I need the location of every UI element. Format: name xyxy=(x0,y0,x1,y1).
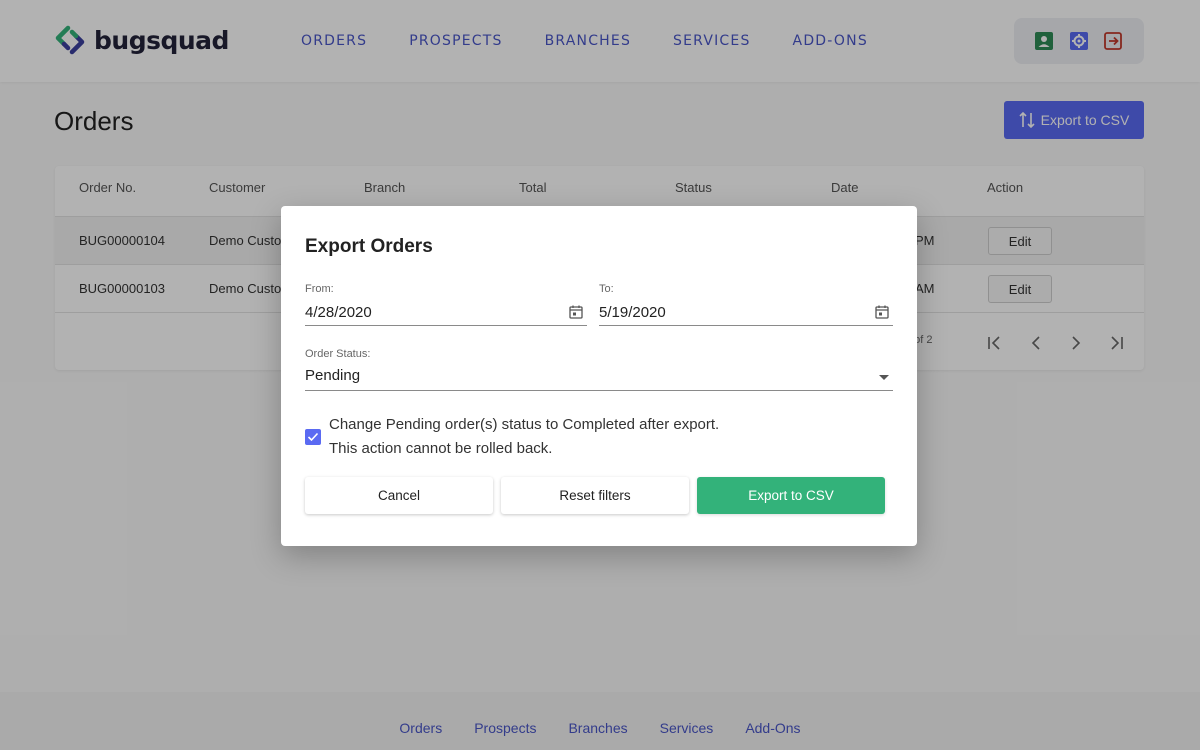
change-status-checkbox[interactable] xyxy=(305,429,321,445)
checkbox-label-line1[interactable]: Change Pending order(s) status to Comple… xyxy=(329,416,719,433)
to-date-input[interactable] xyxy=(599,300,839,324)
caret-down-icon[interactable] xyxy=(879,375,889,380)
cancel-button[interactable]: Cancel xyxy=(305,477,493,514)
reset-filters-button[interactable]: Reset filters xyxy=(501,477,689,514)
from-date-input[interactable] xyxy=(305,300,545,324)
to-date-field xyxy=(599,300,893,326)
order-status-select[interactable]: Pending xyxy=(305,365,893,391)
from-date-field xyxy=(305,300,587,326)
export-orders-dialog: Export Orders From: To: Order Status: Pe… xyxy=(281,206,917,546)
checkbox-label-line2: This action cannot be rolled back. xyxy=(329,440,553,457)
checkmark-icon xyxy=(307,432,319,442)
dialog-title: Export Orders xyxy=(305,236,433,257)
order-status-label: Order Status: xyxy=(305,348,371,360)
export-to-csv-button[interactable]: Export to CSV xyxy=(697,477,885,514)
from-label: From: xyxy=(305,283,334,295)
calendar-icon[interactable] xyxy=(875,305,889,319)
to-label: To: xyxy=(599,283,614,295)
calendar-icon[interactable] xyxy=(569,305,583,319)
order-status-value: Pending xyxy=(305,367,361,384)
